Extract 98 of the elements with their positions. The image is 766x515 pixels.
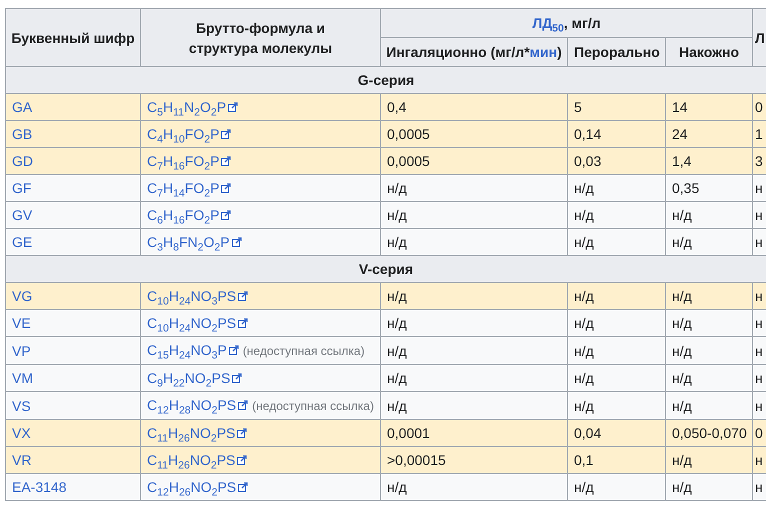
column-header: Перорально xyxy=(568,38,666,66)
table-cell: 0,35 xyxy=(666,174,752,202)
column-header: Накожно xyxy=(666,38,752,66)
code-link[interactable]: GD xyxy=(12,153,33,169)
table-cell: 0,050-0,070 xyxy=(666,420,752,446)
table-cell: н/д xyxy=(380,392,568,420)
table-cell: 5 xyxy=(568,94,666,120)
external-link-icon xyxy=(221,183,232,193)
dead-link-note: (недоступная ссылка) xyxy=(242,344,365,358)
formula-link[interactable]: C$_{11}$H$_{26}$NO$_{2}$PS xyxy=(147,425,236,441)
table-cell: н/д xyxy=(380,364,568,392)
formula-link[interactable]: C$_{3}$H$_{8}$FN$_{2}$O$_{2}$P xyxy=(147,234,230,250)
column-header: Брутто-формула и структура молекулы xyxy=(140,8,380,66)
formula-link[interactable]: C$_{6}$H$_{16}$FO$_{2}$P xyxy=(147,207,220,223)
table-cell: н/д xyxy=(666,202,752,228)
code-link[interactable]: VM xyxy=(12,370,33,386)
code-link[interactable]: GB xyxy=(12,126,32,142)
external-link-icon xyxy=(228,102,238,112)
code-link[interactable]: VX xyxy=(12,425,31,441)
table-cell: н/д xyxy=(666,392,752,420)
table-cell: н/д xyxy=(380,282,568,310)
table-cell: 1,4 xyxy=(666,148,752,174)
table-cell: н/д xyxy=(666,474,752,500)
table-cell: н/д xyxy=(568,282,666,310)
ld50-link[interactable]: ЛД$_{50}$ xyxy=(532,15,564,31)
table-cell: н/д xyxy=(568,228,666,256)
table-cell: н/д xyxy=(380,474,568,500)
table-cell: н/д xyxy=(666,446,752,474)
table-cell: 14 xyxy=(666,94,752,120)
column-header: Л xyxy=(752,8,766,66)
table-cell: н/д xyxy=(568,392,666,420)
section-title: V-серия xyxy=(358,261,414,277)
table-cell: н/д xyxy=(666,282,752,310)
table-cell: 0,0005 xyxy=(380,148,568,174)
formula-link[interactable]: C$_{9}$H$_{22}$NO$_{2}$PS xyxy=(147,370,230,386)
dead-link-note: (недоступная ссылка) xyxy=(252,399,374,413)
code-link[interactable]: GV xyxy=(12,207,32,223)
code-link[interactable]: VG xyxy=(12,288,32,304)
external-link-icon xyxy=(232,237,242,247)
table-cell: 24 xyxy=(666,120,752,148)
formula-link[interactable]: C$_{12}$H$_{28}$NO$_{2}$PS xyxy=(147,397,236,413)
external-link-icon xyxy=(228,345,239,355)
formula-link[interactable]: C$_{10}$H$_{24}$NO$_{3}$PS xyxy=(147,288,236,304)
table-cell: н/д xyxy=(380,336,568,364)
column-header: Буквенный шифр xyxy=(6,8,140,66)
external-link-icon xyxy=(221,210,232,220)
external-link-icon xyxy=(232,373,242,383)
code-link[interactable]: GF xyxy=(12,180,32,196)
external-link-icon xyxy=(238,400,248,410)
table-cell: н/д xyxy=(568,364,666,392)
column-label: ) xyxy=(557,44,562,60)
external-link-icon xyxy=(237,428,248,438)
external-link-icon xyxy=(237,455,248,465)
formula-link[interactable]: C$_{4}$H$_{10}$FO$_{2}$P xyxy=(147,126,220,142)
code-link[interactable]: GA xyxy=(12,99,32,115)
formula-link[interactable]: C$_{5}$H$_{11}$N$_{2}$O$_{2}$P xyxy=(147,99,226,115)
table-cell: н/д xyxy=(380,174,568,202)
table-cell: 0,0005 xyxy=(380,120,568,148)
unit-link[interactable]: мин xyxy=(530,44,558,60)
external-link-icon xyxy=(238,482,248,492)
table-cell: н/д xyxy=(568,174,666,202)
code-link[interactable]: VS xyxy=(12,398,31,414)
table-cell: 0,1 xyxy=(568,446,666,474)
table-cell: н/д xyxy=(568,336,666,364)
unit-label: , мг/л xyxy=(564,15,601,31)
formula-link[interactable]: C$_{10}$H$_{24}$NO$_{2}$PS xyxy=(147,315,236,331)
table-cell: 0,03 xyxy=(568,148,666,174)
code-link[interactable]: VP xyxy=(12,342,31,358)
code-link[interactable]: GE xyxy=(12,234,32,250)
external-link-icon xyxy=(221,129,232,139)
table-cell: н/д xyxy=(568,474,666,500)
external-link-icon xyxy=(238,318,248,328)
external-link-icon xyxy=(221,156,232,166)
table-cell: 0,4 xyxy=(380,94,568,120)
external-link-icon xyxy=(238,291,248,301)
formula-link[interactable]: C$_{7}$H$_{14}$FO$_{2}$P xyxy=(147,180,220,196)
table-cell: н/д xyxy=(380,310,568,336)
code-link[interactable]: EA-3148 xyxy=(12,479,66,495)
table-cell: н/д xyxy=(568,310,666,336)
table-cell: >0,00015 xyxy=(380,446,568,474)
code-link[interactable]: VE xyxy=(12,315,31,331)
table-cell: н/д xyxy=(666,364,752,392)
table-cell: н/д xyxy=(380,228,568,256)
table-cell: 0,04 xyxy=(568,420,666,446)
table-cell: н/д xyxy=(568,202,666,228)
column-label: Ингаляционно (мг/л* xyxy=(386,44,530,60)
table-cell: 0,0001 xyxy=(380,420,568,446)
formula-link[interactable]: C$_{15}$H$_{24}$NO$_{3}$P xyxy=(147,342,227,358)
formula-link[interactable]: C$_{11}$H$_{26}$NO$_{2}$PS xyxy=(147,452,236,468)
table-cell: 0,14 xyxy=(568,120,666,148)
table-cell: н/д xyxy=(380,202,568,228)
formula-link[interactable]: C$_{7}$H$_{16}$FO$_{2}$P xyxy=(147,153,220,169)
table-cell: н/д xyxy=(666,228,752,256)
code-link[interactable]: VR xyxy=(12,452,32,468)
table-cell: н/д xyxy=(666,310,752,336)
formula-link[interactable]: C$_{12}$H$_{26}$NO$_{2}$PS xyxy=(147,479,236,495)
section-title: G-серия xyxy=(358,72,414,88)
table-cell: н/д xyxy=(666,336,752,364)
